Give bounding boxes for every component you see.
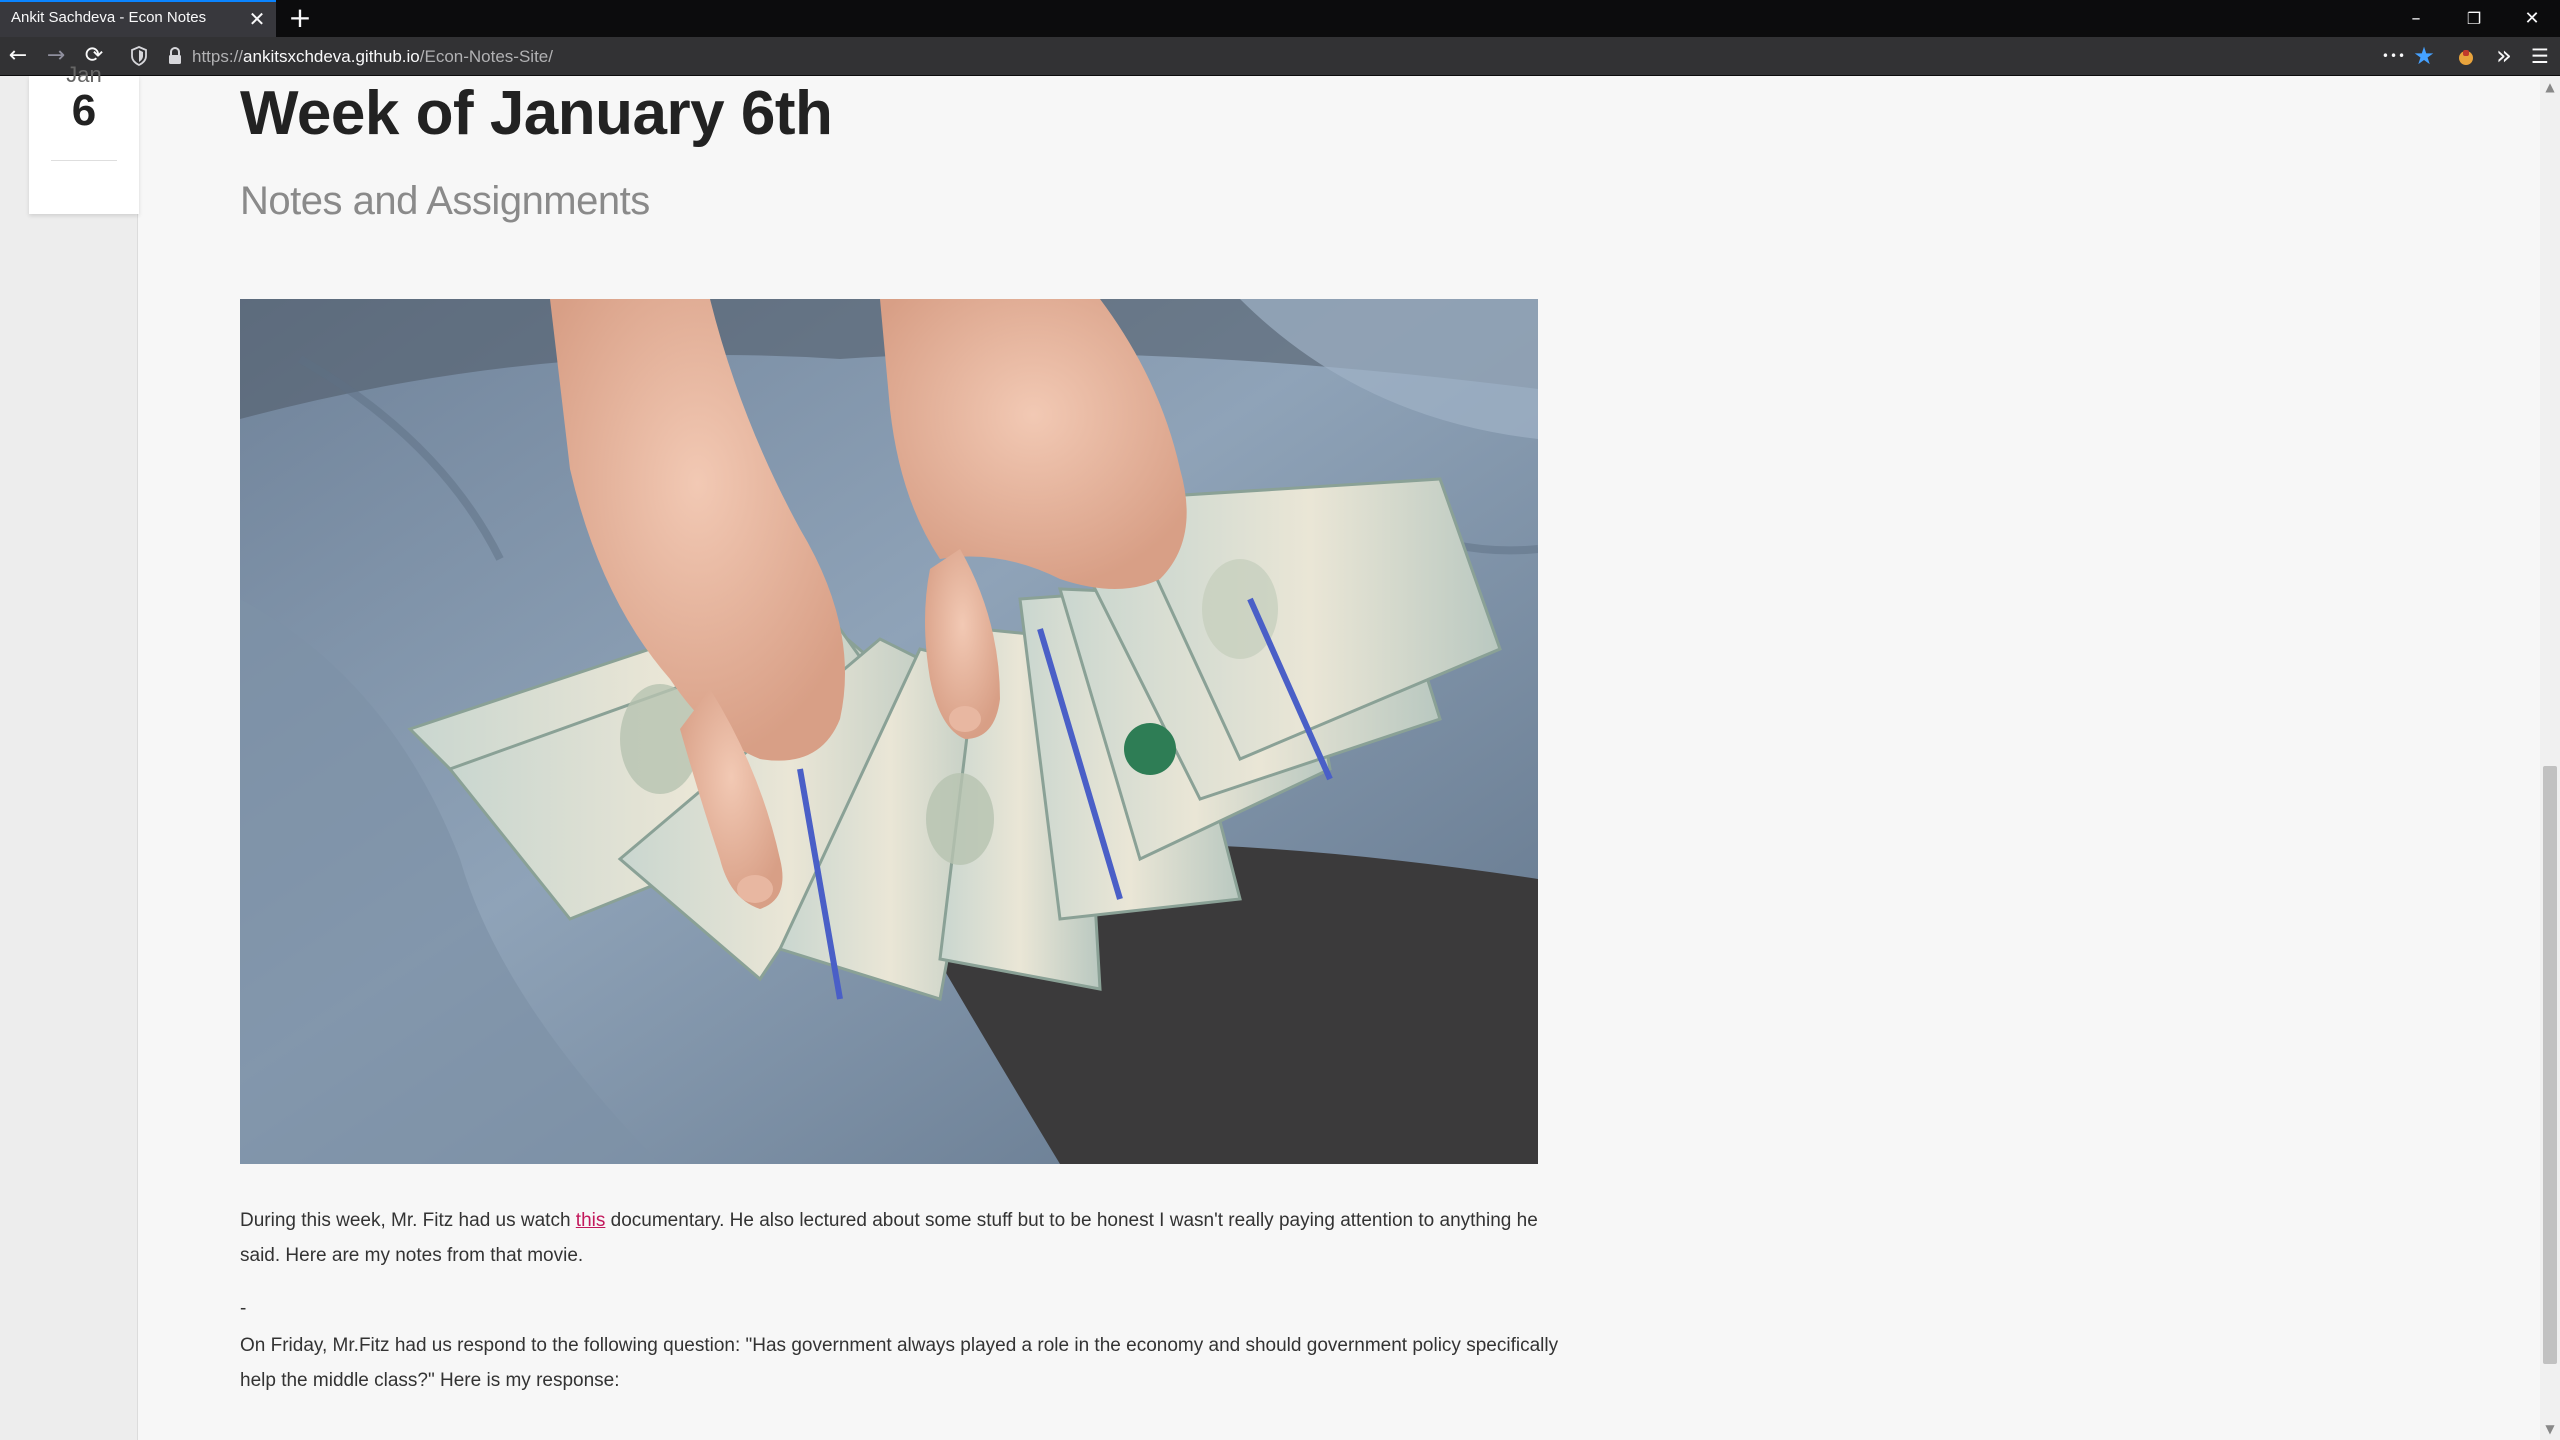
overflow-menu-icon[interactable]: » (2490, 42, 2518, 70)
url-host: ankitsxchdeva.github.io (243, 47, 420, 66)
navigation-bar: ← → ⟳ https://ankitsxchdeva.github.io/Ec… (0, 37, 2560, 76)
active-tab[interactable]: Ankit Sachdeva - Econ Notes ✕ (0, 0, 276, 37)
new-tab-button[interactable]: + (286, 4, 314, 32)
url-bar[interactable]: https://ankitsxchdeva.github.io/Econ-Not… (122, 41, 2372, 71)
post-hero-image (240, 299, 1538, 1164)
paragraph-text: During this week, Mr. Fitz had us watch (240, 1210, 576, 1231)
lock-icon[interactable] (167, 46, 183, 66)
date-badge: Jan 6 (29, 62, 139, 214)
bookmark-star-icon[interactable]: ★ (2410, 42, 2438, 70)
documentary-link[interactable]: this (576, 1210, 606, 1231)
url-scheme: https:// (192, 47, 244, 66)
post-paragraph-2: On Friday, Mr.Fitz had us respond to the… (240, 1335, 1559, 1391)
url-path: /Econ-Notes-Site/ (419, 47, 553, 66)
post-paragraph-1: During this week, Mr. Fitz had us watch … (240, 1203, 1580, 1273)
url-text[interactable]: https://ankitsxchdeva.github.io/Econ-Not… (192, 47, 553, 67)
date-day: 6 (71, 86, 97, 135)
post-title: Week of January 6th (240, 79, 833, 148)
scrollbar-thumb[interactable] (2543, 766, 2557, 1364)
back-button[interactable]: ← (4, 42, 32, 70)
page-actions-icon[interactable]: ••• (2380, 42, 2408, 70)
scroll-down-icon[interactable]: ▼ (2540, 1420, 2560, 1438)
minimize-button[interactable]: – (2388, 0, 2444, 37)
tab-close-icon[interactable]: ✕ (246, 8, 268, 30)
restore-button[interactable]: ❐ (2446, 0, 2502, 37)
left-sidebar (0, 76, 138, 1440)
post-separator: - (240, 1298, 247, 1319)
date-month: Jan (66, 62, 102, 87)
scroll-up-icon[interactable]: ▲ (2540, 78, 2560, 96)
tab-title: Ankit Sachdeva - Econ Notes (11, 9, 207, 26)
post-subtitle: Notes and Assignments (240, 179, 650, 223)
tab-bar: Ankit Sachdeva - Econ Notes ✕ + – ❐ ✕ (0, 0, 2560, 37)
extension-icon[interactable] (2456, 46, 2476, 68)
page-content: Jan 6 Week of January 6th Notes and Assi… (0, 62, 2560, 1440)
close-window-button[interactable]: ✕ (2504, 0, 2560, 37)
hamburger-menu-icon[interactable]: ☰ (2526, 42, 2554, 70)
date-divider (51, 160, 117, 161)
